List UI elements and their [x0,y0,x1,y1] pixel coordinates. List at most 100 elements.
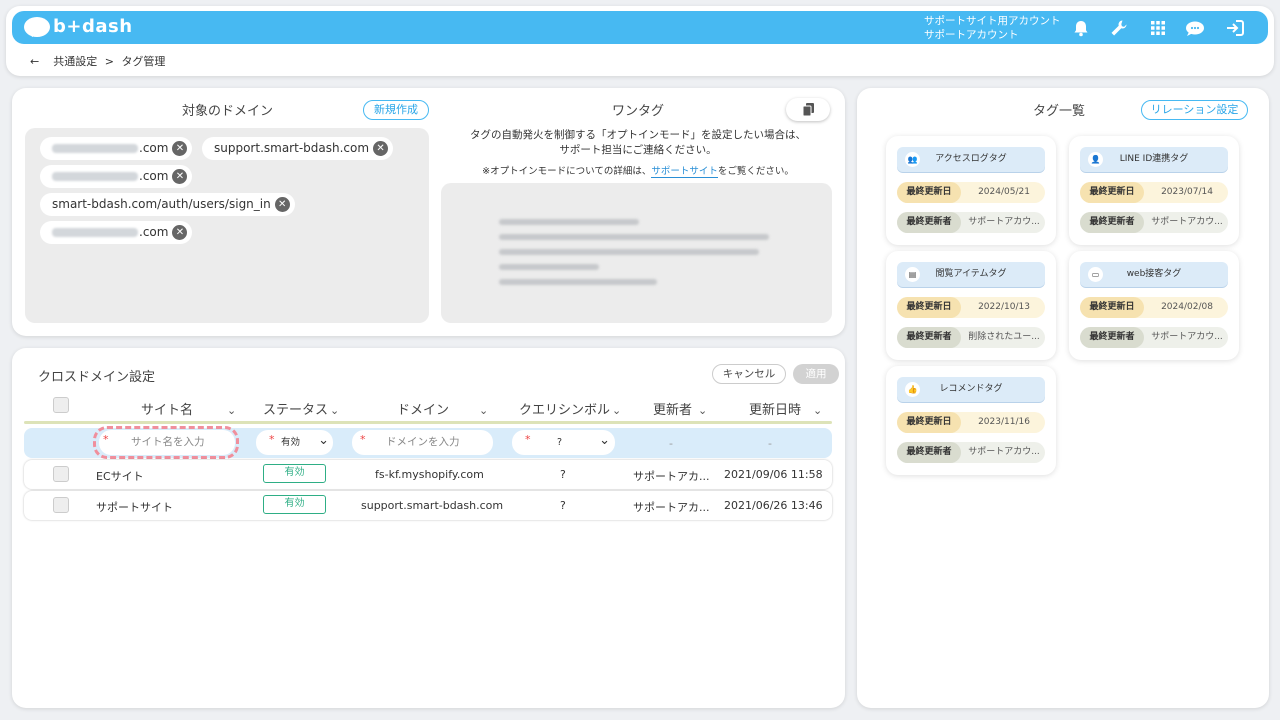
remove-domain-icon[interactable]: ✕ [172,169,188,184]
query-symbol-select[interactable]: * ? ⌄ [512,430,615,455]
col-site-name[interactable]: サイト名 ⌄ [141,399,236,418]
bell-icon[interactable] [1070,17,1092,39]
site-name-input[interactable]: * サイト名を入力 [99,430,235,455]
back-arrow-icon[interactable]: ← [30,55,39,68]
status-select[interactable]: * 有効 ⌄ [256,430,333,455]
remove-domain-icon[interactable]: ✕ [172,141,188,156]
domain-chip: .com ✕ [40,221,193,244]
row-updater: サポートアカ... [633,470,710,483]
optin-notice: タグの自動発火を制御する「オプトインモード」を設定したい場合は、 サポート担当に… [470,129,806,156]
select-all-checkbox[interactable] [53,397,69,413]
status-badge: 有効 [263,495,326,514]
tag-card[interactable]: ▤ 閲覧アイテムタグ 最終更新日 2022/10/13 最終更新者 削除されたユー..… [886,251,1056,360]
domain-input[interactable]: * ドメインを入力 [352,430,493,455]
account-info[interactable]: サポートサイト用アカウント サポートアカウント [924,14,1061,42]
last-updated-label: 最終更新日 [1080,182,1144,203]
row-checkbox[interactable] [53,466,69,482]
last-updated-label: 最終更新日 [897,297,961,318]
copy-icon [802,103,814,116]
row-updater: サポートアカ... [633,501,710,514]
last-updated-value: 2024/02/08 [1161,302,1213,312]
domains-title: 対象のドメイン [178,100,278,120]
header-divider [24,421,832,424]
tag-name: レコメンドタグ [939,384,1003,394]
new-row-updater: - [669,437,673,450]
tag-name: web接客タグ [1126,269,1182,279]
col-status[interactable]: ステータス ⌄ [263,399,339,418]
last-updated-label: 最終更新日 [1080,297,1144,318]
logo-icon [24,16,50,37]
logout-icon[interactable] [1224,17,1246,39]
updater-label: 最終更新者 [1080,327,1144,348]
last-updated-value: 2023/07/14 [1161,187,1213,197]
tag-card[interactable]: ▭ web接客タグ 最終更新日 2024/02/08 最終更新者 サポートアカウ... [1069,251,1239,360]
logo[interactable]: b+dash [24,16,133,37]
tag-card[interactable]: 👍 レコメンドタグ 最終更新日 2023/11/16 最終更新者 サポートアカウ... [886,366,1056,475]
updater-value: サポートアカウ... [1151,332,1223,342]
breadcrumb: ← 共通設定 > タグ管理 [30,53,165,69]
row-updated-at: 2021/09/06 11:58 [724,468,823,481]
wrench-icon[interactable] [1108,17,1130,39]
last-updated-value: 2024/05/21 [978,187,1030,197]
chat-icon[interactable] [1184,17,1206,39]
chevron-down-icon: ⌄ [599,433,610,448]
domain-onetag-card: 対象のドメイン 新規作成 .com ✕ support.smart-bdash.… [12,88,845,336]
tag-name: LINE ID連携タグ [1119,154,1189,164]
last-updated-value: 2022/10/13 [978,302,1030,312]
copy-button[interactable] [786,98,830,121]
header-card: b+dash サポートサイト用アカウント サポートアカウント ← 共通設定 > … [6,6,1274,76]
remove-domain-icon[interactable]: ✕ [274,197,290,212]
col-updated-at[interactable]: 更新日時 ⌄ [749,399,822,418]
status-badge: 有効 [263,464,326,483]
updater-value: サポートアカウ... [1151,217,1223,227]
col-query-symbol[interactable]: クエリシンボル ⌄ [519,399,621,418]
row-checkbox[interactable] [53,497,69,513]
account-line1: サポートサイト用アカウント [924,15,1061,27]
logo-text: b+dash [53,16,133,37]
last-updated-label: 最終更新日 [897,412,961,433]
row-site-name: サポートサイト [96,501,173,514]
domain-chip: .com ✕ [40,137,193,160]
row-site-name: ECサイト [96,470,144,483]
updater-label: 最終更新者 [897,442,961,463]
breadcrumb-current: タグ管理 [121,55,166,68]
updater-label: 最終更新者 [897,327,961,348]
row-query: ? [560,468,566,481]
row-updated-at: 2021/06/26 13:46 [724,499,823,512]
row-domain: fs-kf.myshopify.com [375,468,484,481]
col-domain[interactable]: ドメイン ⌄ [397,399,488,418]
breadcrumb-parent[interactable]: 共通設定 [53,55,97,68]
new-domain-button[interactable]: 新規作成 [363,100,429,120]
tag-name: アクセスログタグ [935,154,1007,164]
breadcrumb-separator: > [104,55,114,68]
new-row-updated-at: - [768,437,772,450]
domain-chip: .com ✕ [40,165,193,188]
tag-code-box[interactable] [441,183,832,323]
tag-list-title: タグ一覧 [1029,100,1090,120]
domain-list: .com ✕ support.smart-bdash.com ✕ .com ✕ … [25,128,429,323]
updater-label: 最終更新者 [1080,212,1144,233]
apply-button[interactable]: 適用 [793,364,839,384]
tag-card[interactable]: 👥 アクセスログタグ 最終更新日 2024/05/21 最終更新者 サポートアカウ..… [886,136,1056,245]
account-line2: サポートアカウント [924,29,1019,41]
updater-value: 削除されたユー... [968,332,1040,342]
domain-chip: support.smart-bdash.com ✕ [202,137,394,160]
domain-chip: smart-bdash.com/auth/users/sign_in ✕ [40,193,295,216]
remove-domain-icon[interactable]: ✕ [373,141,389,156]
cancel-button[interactable]: キャンセル [712,364,786,384]
remove-domain-icon[interactable]: ✕ [172,225,188,240]
tag-card[interactable]: 👤 LINE ID連携タグ 最終更新日 2023/07/14 最終更新者 サポートアカ… [1069,136,1239,245]
last-updated-value: 2023/11/16 [978,417,1030,427]
chevron-down-icon: ⌄ [318,433,329,448]
top-bar: b+dash サポートサイト用アカウント サポートアカウント [12,11,1268,44]
updater-value: サポートアカウ... [968,447,1040,457]
col-updater[interactable]: 更新者 ⌄ [653,399,707,418]
optin-detail: ※オプトインモードについての詳細は、サポートサイトをご覧ください。 [482,166,794,178]
row-domain: support.smart-bdash.com [361,499,504,512]
row-query: ? [560,499,566,512]
relation-settings-button[interactable]: リレーション設定 [1141,100,1248,120]
onetag-title: ワンタグ [608,100,669,120]
grid-icon[interactable] [1147,17,1169,39]
last-updated-label: 最終更新日 [897,182,961,203]
support-site-link[interactable]: サポートサイト [651,166,718,178]
